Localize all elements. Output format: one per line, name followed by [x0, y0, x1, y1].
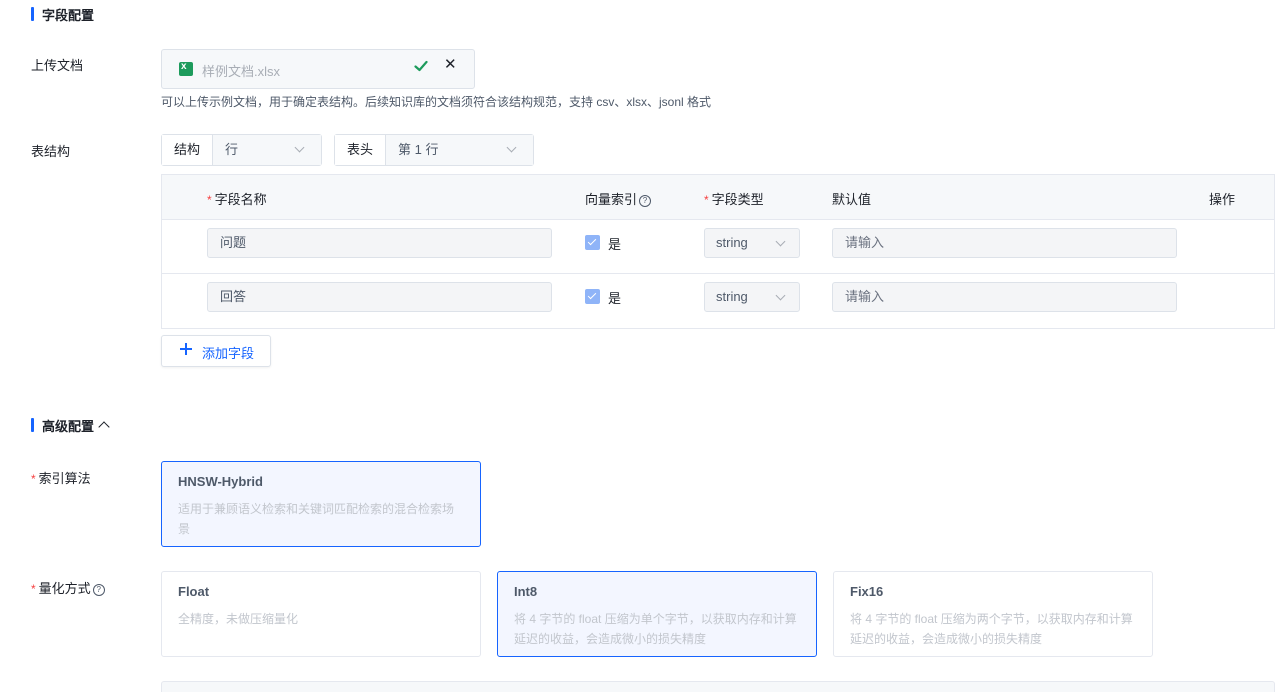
chevron-up-icon[interactable] [98, 421, 110, 433]
excel-file-icon [179, 61, 193, 76]
table-row: 问题 是 string 请输入 [162, 220, 1274, 274]
remove-file-close-icon[interactable]: ✕ [444, 57, 458, 72]
question-help-icon[interactable]: ? [92, 584, 105, 596]
add-field-label: 添加字段 [202, 346, 255, 361]
quantization-option-float[interactable]: Float 全精度，未做压缩量化 [161, 571, 481, 657]
required-mark: * [31, 472, 36, 486]
col-actions: 操作 [1209, 192, 1236, 207]
field-config-title: 字段配置 [42, 7, 95, 23]
advanced-section-title[interactable]: 高级配置 [31, 417, 110, 434]
col-default-value: 默认值 [832, 192, 872, 207]
option-description: 适用于兼顾语义检索和关键词匹配检索的混合检索场景 [178, 502, 455, 536]
vector-index-checkbox[interactable] [585, 289, 600, 304]
col-field-type: * 字段类型 [704, 192, 764, 207]
uploaded-file-box: 样例文档.xlsx ✕ [161, 49, 475, 89]
structure-select-label: 结构 [162, 135, 214, 165]
option-title: Int8 [514, 584, 538, 599]
header-row-select-label: 表头 [335, 135, 387, 165]
field-type-value: string [716, 289, 748, 304]
structure-select[interactable]: 结构 行 [161, 134, 322, 166]
section-accent-bar [31, 418, 34, 432]
field-config-section-title: 字段配置 [31, 6, 95, 23]
chevron-down-icon [506, 142, 517, 153]
plus-icon [180, 343, 192, 355]
chevron-down-icon [294, 142, 305, 153]
option-description: 全精度，未做压缩量化 [178, 612, 299, 626]
structure-select-value[interactable]: 行 [213, 135, 321, 165]
field-name-input[interactable]: 回答 [207, 282, 552, 312]
option-title: Fix16 [850, 584, 884, 599]
col-field-name: * 字段名称 [207, 192, 267, 207]
question-help-icon[interactable]: ? [639, 195, 652, 207]
quantization-option-int8[interactable]: Int8 将 4 字节的 float 压缩为单个字节，以获取内存和计算延迟的收益… [497, 571, 817, 657]
check-icon [414, 60, 428, 72]
vector-index-label: 是 [608, 291, 622, 306]
advanced-title: 高级配置 [42, 418, 95, 434]
option-description: 将 4 字节的 float 压缩为单个字节，以获取内存和计算延迟的收益，会造成微… [514, 612, 797, 646]
chevron-down-icon [775, 290, 786, 301]
header-row-select-value[interactable]: 第 1 行 [386, 135, 533, 165]
header-row-value-text: 第 1 行 [398, 142, 439, 157]
option-description: 将 4 字节的 float 压缩为两个字节，以获取内存和计算延迟的收益，会造成微… [850, 612, 1133, 646]
col-vector-index: 向量索引? [585, 189, 652, 208]
quantization-label: * 量化方式? [31, 578, 105, 597]
index-algorithm-label: * 索引算法 [31, 471, 91, 486]
default-value-input[interactable]: 请输入 [832, 282, 1177, 312]
index-option-hnsw-hybrid[interactable]: HNSW-Hybrid 适用于兼顾语义检索和关键词匹配检索的混合检索场景 [161, 461, 481, 547]
table-header: * 字段名称 向量索引? * 字段类型 默认值 操作 [162, 175, 1274, 220]
table-row: 回答 是 string 请输入 [162, 274, 1274, 327]
field-type-value: string [716, 235, 748, 250]
option-title: Float [178, 584, 210, 599]
field-type-select[interactable]: string [704, 228, 800, 258]
vector-index-checkbox[interactable] [585, 235, 600, 250]
field-type-select[interactable]: string [704, 282, 800, 312]
add-field-button[interactable]: 添加字段 [161, 335, 271, 367]
field-name-input[interactable]: 问题 [207, 228, 552, 258]
upload-label: 上传文档 [31, 58, 84, 73]
default-value-input[interactable]: 请输入 [832, 228, 1177, 258]
quantization-option-fix16[interactable]: Fix16 将 4 字节的 float 压缩为两个字节，以获取内存和计算延迟的收… [833, 571, 1153, 657]
vector-index-label: 是 [608, 237, 622, 252]
header-row-select[interactable]: 表头 第 1 行 [334, 134, 534, 166]
required-mark: * [207, 193, 212, 207]
upload-hint: 可以上传示例文档，用于确定表结构。后续知识库的文档须符合该结构规范，支持 csv… [161, 95, 712, 109]
option-title: HNSW-Hybrid [178, 474, 263, 489]
structure-value-text: 行 [225, 142, 239, 157]
section-accent-bar [31, 7, 34, 21]
required-mark: * [31, 582, 36, 596]
uploaded-file-name[interactable]: 样例文档.xlsx [202, 61, 280, 80]
table-structure-label: 表结构 [31, 144, 71, 159]
required-mark: * [704, 193, 709, 207]
fields-table: * 字段名称 向量索引? * 字段类型 默认值 操作 问题 是 string 请输入… [161, 174, 1275, 329]
chevron-down-icon [775, 236, 786, 247]
